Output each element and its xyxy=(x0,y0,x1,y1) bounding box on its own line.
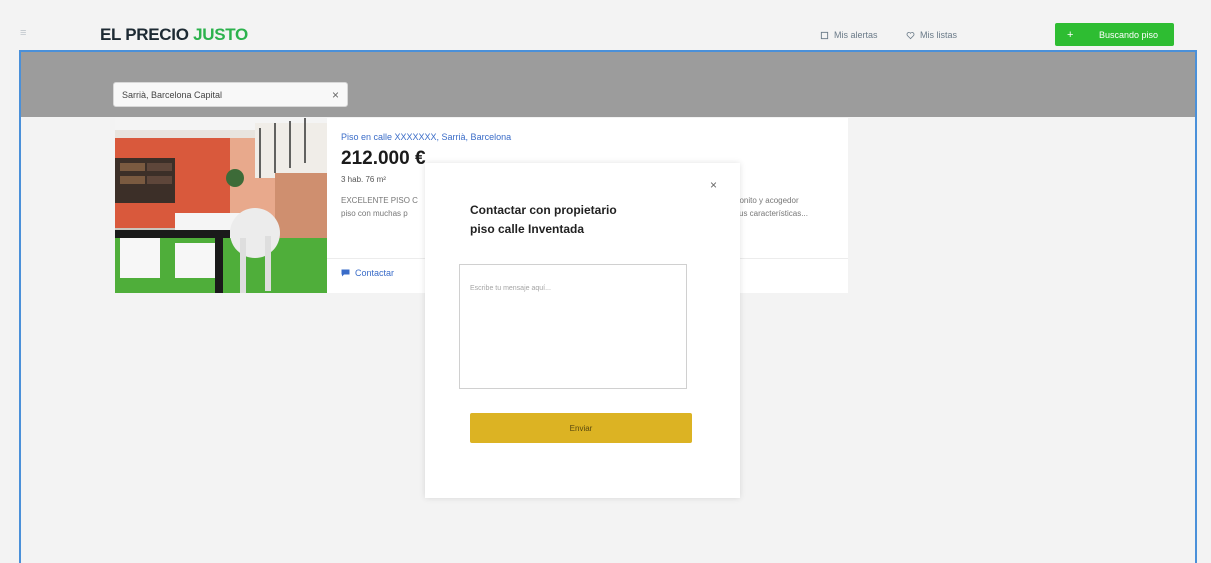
publish-button[interactable]: + Buscando piso xyxy=(1055,23,1174,46)
chat-icon xyxy=(341,269,350,277)
nav-favorites[interactable]: Mis listas xyxy=(906,30,957,40)
contact-link-label: Contactar xyxy=(355,268,395,278)
modal-title-line-1: Contactar con propietario xyxy=(470,203,617,217)
logo-text-main: EL PRECIO xyxy=(100,25,189,44)
top-header: ≡ EL PRECIO JUSTO Mis alertas Mis listas… xyxy=(0,0,1211,50)
terrace-photo xyxy=(115,118,327,293)
plus-icon: + xyxy=(1067,28,1074,41)
listing-specs: 3 hab. 76 m² xyxy=(341,175,386,184)
location-search-input[interactable]: Sarrià, Barcelona Capital × xyxy=(113,82,348,107)
listing-description-right: bonito y acogedor sus características... xyxy=(735,194,855,220)
search-band: Sarrià, Barcelona Capital × xyxy=(21,52,1195,117)
contact-link[interactable]: Contactar xyxy=(341,268,394,278)
bell-icon xyxy=(820,31,829,39)
description-right-line-1: bonito y acogedor xyxy=(735,196,799,205)
site-logo[interactable]: EL PRECIO JUSTO xyxy=(100,25,248,45)
nav-favorites-label: Mis listas xyxy=(920,30,958,40)
search-value: Sarrià, Barcelona Capital xyxy=(122,89,223,100)
modal-title-line-2: piso calle Inventada xyxy=(470,222,585,236)
nav-alerts[interactable]: Mis alertas xyxy=(820,30,878,40)
listing-price: 212.000 € xyxy=(341,148,426,169)
listing-title[interactable]: Piso en calle XXXXXXX, Sarrià, Barcelona xyxy=(341,132,511,142)
heart-icon xyxy=(906,31,915,39)
send-button[interactable]: Enviar xyxy=(470,413,692,443)
modal-title: Contactar con propietario piso calle Inv… xyxy=(470,201,690,239)
listing-photo[interactable] xyxy=(115,118,327,293)
close-icon[interactable]: × xyxy=(710,178,717,192)
logo-text-accent: JUSTO xyxy=(193,25,248,44)
contact-modal: × Contactar con propietario piso calle I… xyxy=(425,163,740,498)
clear-search-icon[interactable]: × xyxy=(332,88,339,102)
message-textarea[interactable] xyxy=(459,264,687,389)
description-right-line-2: sus características... xyxy=(735,209,808,218)
nav-alerts-label: Mis alertas xyxy=(834,30,878,40)
menu-icon[interactable]: ≡ xyxy=(20,28,30,39)
publish-button-label: Buscando piso xyxy=(1099,29,1159,40)
